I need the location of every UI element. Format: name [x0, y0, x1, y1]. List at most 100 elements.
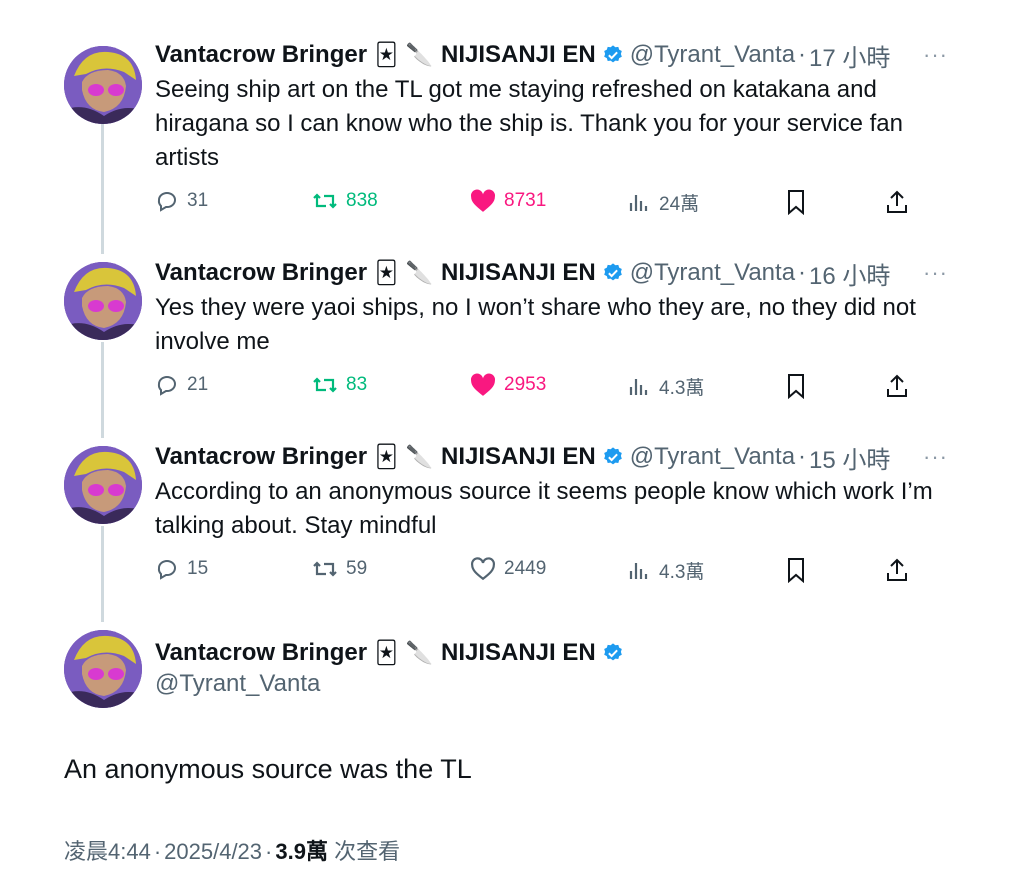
tweet-date[interactable]: 2025/4/23: [164, 839, 262, 864]
views-count: 4.3萬: [659, 562, 705, 583]
share-icon: [887, 558, 907, 581]
verified-badge-icon: [602, 446, 624, 468]
author-handle[interactable]: @Tyrant_Vanta: [155, 670, 320, 698]
more-icon[interactable]: ···: [923, 42, 948, 68]
share-button[interactable]: [885, 189, 909, 215]
share-button[interactable]: [885, 557, 909, 583]
knife-emoji: 🔪: [405, 260, 433, 285]
status-glyph: ”: [988, 0, 998, 12]
separator-dot: ·: [153, 839, 162, 864]
main-tweet-text: An anonymous source was the TL: [64, 754, 472, 784]
joker-emoji: 🃏: [375, 444, 398, 469]
author-handle[interactable]: @Tyrant_Vanta: [630, 259, 795, 287]
avatar[interactable]: [64, 262, 142, 340]
separator-dot: ·: [798, 259, 807, 286]
share-icon: [887, 190, 907, 213]
views-icon: [629, 194, 648, 211]
views-button[interactable]: 24萬: [627, 189, 699, 216]
joker-emoji: 🃏: [375, 42, 398, 67]
like-button[interactable]: 2953: [470, 373, 546, 397]
retweet-count: 838: [346, 190, 378, 211]
action-bar: 31 838 8731 24萬: [155, 189, 915, 219]
avatar[interactable]: [64, 446, 142, 524]
retweet-button[interactable]: 83: [312, 373, 367, 397]
author-org[interactable]: NIJISANJI EN: [441, 41, 596, 69]
thread-line: [101, 124, 104, 254]
view-count-label: 次查看: [334, 839, 401, 864]
knife-emoji: 🔪: [405, 42, 433, 67]
like-count: 8731: [504, 190, 547, 211]
views-count: 4.3萬: [659, 378, 705, 399]
bookmark-icon: [788, 190, 804, 215]
reply-icon: [157, 192, 176, 212]
reply-icon: [157, 560, 176, 580]
retweet-count: 59: [346, 558, 368, 579]
heart-icon: [471, 557, 495, 581]
author-name[interactable]: Vantacrow Bringer: [155, 259, 367, 287]
knife-emoji: 🔪: [405, 640, 433, 665]
joker-emoji: 🃏: [375, 260, 398, 285]
thread-line: [101, 342, 104, 438]
reply-count: 31: [187, 190, 209, 211]
like-button[interactable]: 8731: [470, 189, 546, 213]
retweet-button[interactable]: 838: [312, 189, 378, 213]
author-handle[interactable]: @Tyrant_Vanta: [630, 41, 795, 69]
bookmark-button[interactable]: [784, 557, 808, 583]
author-name[interactable]: Vantacrow Bringer: [155, 41, 367, 69]
views-count: 24萬: [659, 194, 700, 215]
thread-line: [101, 526, 104, 622]
reply-button[interactable]: 31: [155, 189, 208, 213]
tweet-text: According to an anonymous source it seem…: [155, 478, 933, 539]
action-bar: 15 59 2449 4.3萬: [155, 557, 915, 587]
retweet-icon: [313, 193, 337, 209]
like-count: 2449: [504, 558, 547, 579]
bookmark-icon: [788, 374, 804, 399]
reply-count: 21: [187, 374, 209, 395]
retweet-icon: [313, 561, 337, 577]
retweet-button[interactable]: 59: [312, 557, 367, 581]
views-button[interactable]: 4.3萬: [627, 373, 704, 400]
knife-emoji: 🔪: [405, 444, 433, 469]
verified-badge-icon: [602, 642, 624, 664]
author-org[interactable]: NIJISANJI EN: [441, 259, 596, 287]
views-icon: [629, 562, 648, 579]
reply-button[interactable]: 15: [155, 557, 208, 581]
heart-icon: [470, 373, 496, 396]
retweet-count: 83: [346, 374, 368, 395]
share-icon: [887, 374, 907, 397]
author-org[interactable]: NIJISANJI EN: [441, 639, 596, 667]
bookmark-button[interactable]: [784, 189, 808, 215]
author-handle[interactable]: @Tyrant_Vanta: [630, 443, 795, 471]
views-button[interactable]: 4.3萬: [627, 557, 704, 584]
avatar[interactable]: [64, 46, 142, 124]
bookmark-icon: [788, 558, 804, 583]
reply-icon: [157, 376, 176, 396]
avatar[interactable]: [64, 630, 142, 708]
author-name[interactable]: Vantacrow Bringer: [155, 443, 367, 471]
verified-badge-icon: [602, 262, 624, 284]
view-count: 3.9萬: [275, 839, 328, 864]
author-name[interactable]: Vantacrow Bringer: [155, 639, 367, 667]
separator-dot: ·: [798, 443, 807, 470]
tweet-text: Yes they were yaoi ships, no I won’t sha…: [155, 294, 916, 355]
reply-count: 15: [187, 558, 209, 579]
tweet-time[interactable]: 15 小時: [809, 440, 890, 475]
joker-emoji: 🃏: [375, 640, 398, 665]
reply-button[interactable]: 21: [155, 373, 208, 397]
more-icon[interactable]: ···: [923, 260, 948, 286]
tweet-text: Seeing ship art on the TL got me staying…: [155, 76, 903, 171]
tweet-time[interactable]: 凌晨4:44: [64, 839, 151, 864]
more-icon[interactable]: ···: [923, 444, 948, 470]
retweet-icon: [313, 377, 337, 393]
bookmark-button[interactable]: [784, 373, 808, 399]
separator-dot: ·: [798, 41, 807, 68]
views-icon: [629, 378, 648, 395]
like-count: 2953: [504, 374, 547, 395]
author-org[interactable]: NIJISANJI EN: [441, 443, 596, 471]
tweet-time[interactable]: 16 小時: [809, 256, 890, 291]
share-button[interactable]: [885, 373, 909, 399]
verified-badge-icon: [602, 44, 624, 66]
separator-dot: ·: [265, 839, 273, 864]
like-button[interactable]: 2449: [470, 557, 546, 581]
tweet-time[interactable]: 17 小時: [809, 38, 890, 73]
